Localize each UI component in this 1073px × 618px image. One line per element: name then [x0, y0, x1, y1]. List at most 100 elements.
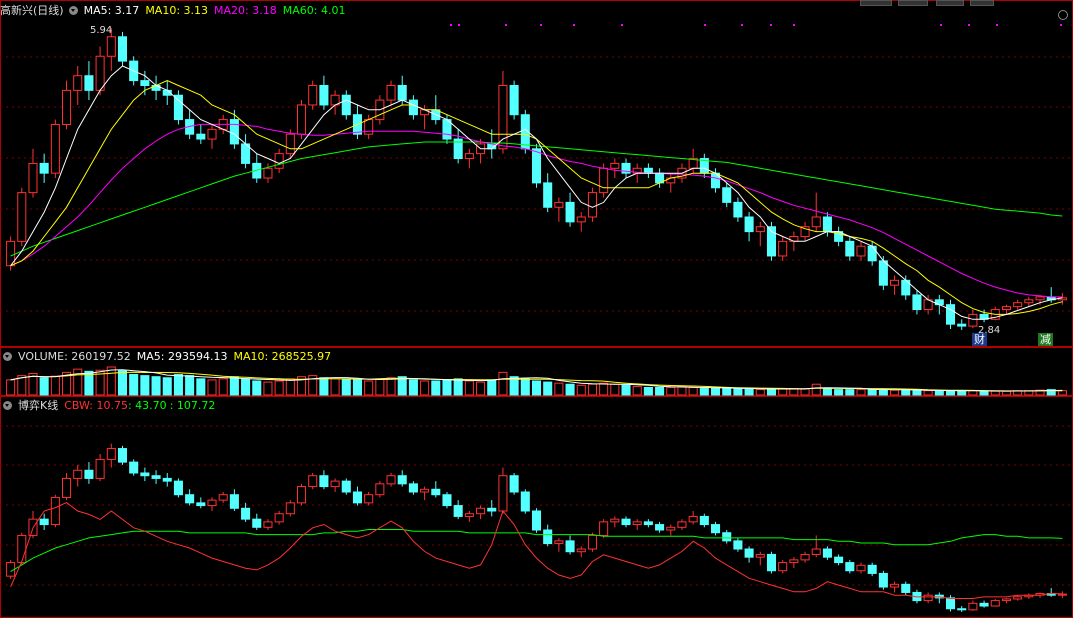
signal-dot — [770, 24, 772, 26]
cbw-bar — [643, 521, 653, 526]
toolbar-button[interactable] — [970, 0, 994, 6]
volume-bar — [464, 380, 474, 396]
cbw-bar — [554, 540, 564, 545]
cbw-bar — [744, 548, 754, 558]
toolbar-button[interactable] — [936, 0, 964, 6]
cbw-bar — [397, 475, 407, 485]
candle-body — [554, 201, 564, 208]
volume-bar — [845, 389, 855, 396]
cbw-bar — [621, 518, 631, 526]
cbw-bar — [341, 480, 351, 493]
volume-bar — [711, 388, 721, 396]
volume-bar — [890, 389, 900, 396]
candle-body — [386, 84, 396, 101]
volume-bar — [487, 379, 497, 396]
cbw-bar — [84, 469, 94, 479]
candle-body — [543, 182, 553, 208]
cbw-bar — [308, 475, 318, 488]
candle-body — [84, 75, 94, 91]
volume-bar — [576, 384, 586, 396]
dropdown-icon[interactable] — [3, 401, 12, 410]
stock-name[interactable]: 高新兴(日线) — [0, 4, 64, 17]
volume-bar — [352, 379, 362, 396]
volume-bar — [744, 388, 754, 396]
volume-bar — [274, 380, 284, 396]
candle-body — [811, 216, 821, 228]
cbw-bar — [352, 491, 362, 504]
volume-bar — [766, 389, 777, 396]
cbw-bar — [241, 507, 251, 520]
cbw-bar — [95, 458, 105, 479]
volume-bar — [733, 388, 743, 396]
volume-bar — [957, 390, 967, 396]
candle-body — [744, 216, 754, 233]
dropdown-icon[interactable] — [3, 352, 12, 361]
volume-bar — [408, 379, 418, 396]
cbw-bar — [666, 526, 676, 531]
cbw-bar — [845, 562, 855, 572]
candle-body — [173, 94, 183, 121]
cbw-bar — [106, 448, 116, 460]
cbw-bar — [923, 594, 933, 602]
volume-bar — [364, 380, 374, 396]
volume-bar — [655, 386, 665, 396]
volume-bar — [476, 381, 486, 396]
candle-body — [308, 84, 318, 106]
cbw-bar — [755, 553, 765, 558]
signal-dot — [741, 24, 743, 26]
cbw-bar — [834, 556, 844, 564]
cbw-bar — [319, 475, 329, 488]
cbw-bar — [207, 499, 217, 507]
cbw-bar — [117, 448, 128, 463]
badge-jian[interactable]: 减 — [1038, 333, 1053, 346]
cbw-name: CBW: 10.75 — [64, 399, 128, 412]
cbw-bar — [274, 513, 284, 523]
badge-cai[interactable]: 财 — [972, 333, 987, 346]
volume-bar — [229, 376, 239, 396]
volume-bar — [979, 390, 989, 396]
dropdown-icon[interactable] — [68, 6, 78, 15]
volume-bar — [252, 380, 262, 396]
candle-body — [643, 167, 653, 174]
cbw-bar — [162, 477, 172, 482]
chart-canvas[interactable] — [0, 0, 1073, 618]
cbw-bar — [632, 521, 642, 526]
candle-body — [28, 162, 38, 194]
candle-body — [610, 162, 620, 169]
volume-bar — [789, 388, 799, 396]
ma5-label: MA5: 3.17 — [83, 4, 140, 17]
candle-body — [263, 167, 273, 179]
cbw-bar — [733, 540, 743, 550]
volume-ma5: MA5: 293594.13 — [136, 350, 228, 363]
cbw-bar — [285, 502, 295, 515]
signal-dot — [940, 24, 942, 26]
volume-bar — [755, 389, 765, 396]
volume-bar — [1001, 390, 1011, 396]
settings-icon[interactable] — [1058, 10, 1068, 20]
cbw-bar — [229, 494, 239, 509]
volume-bar — [386, 377, 396, 396]
volume-bar — [822, 388, 832, 396]
signal-dot — [996, 24, 998, 26]
volume-bar — [285, 378, 295, 396]
toolbar-button[interactable] — [898, 0, 928, 6]
volume-bar — [73, 368, 83, 396]
main-legend: 高新兴(日线) MA5: 3.17 MA10: 3.13 MA20: 3.18 MA60… — [0, 3, 351, 19]
cbw-bar — [811, 548, 821, 555]
volume-bar — [688, 386, 698, 396]
ma10-label: MA10: 3.13 — [145, 4, 209, 17]
volume-bar — [621, 384, 631, 396]
volume-bar — [129, 374, 139, 396]
candle-body — [1024, 299, 1034, 304]
ma20-label: MA20: 3.18 — [214, 4, 277, 17]
cbw-bar — [420, 488, 430, 493]
candle-body — [39, 162, 49, 174]
toolbar-button[interactable] — [860, 0, 892, 6]
volume-bar — [800, 388, 810, 396]
candle-body — [140, 80, 150, 86]
volume-ma10: MA10: 268525.97 — [233, 350, 332, 363]
candle-body — [733, 201, 743, 218]
candle-body — [531, 148, 542, 184]
candle-body — [587, 192, 597, 218]
cbw-bar — [968, 602, 978, 611]
